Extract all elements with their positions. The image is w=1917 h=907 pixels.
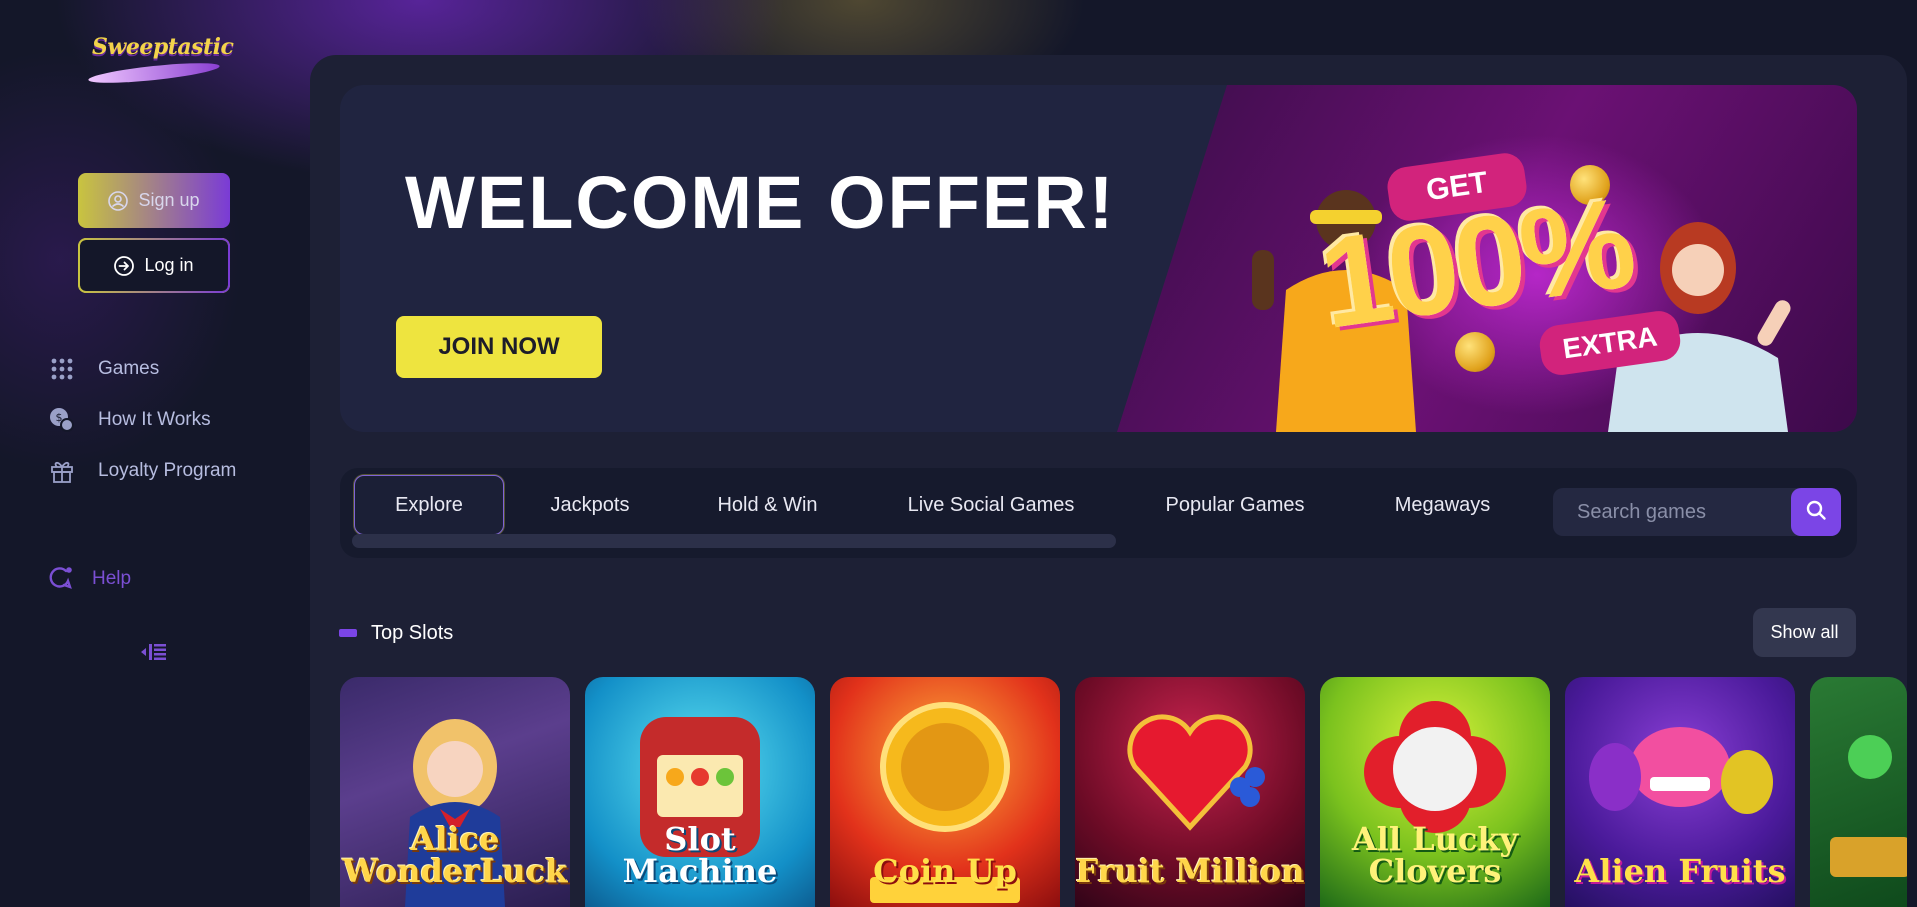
help-link[interactable]: Help	[46, 564, 131, 594]
grid-icon	[48, 355, 76, 383]
tab-popular-games[interactable]: Popular Games	[1140, 475, 1330, 535]
game-tile-partial[interactable]	[1810, 677, 1907, 907]
tab-explore[interactable]: Explore	[354, 475, 504, 535]
logo-text: Sweeptastic	[92, 34, 234, 60]
show-all-button[interactable]: Show all	[1753, 608, 1856, 657]
game-title: Alice WonderLuck	[342, 820, 568, 890]
game-title: Slot Machine	[622, 820, 778, 890]
search-button[interactable]	[1791, 488, 1841, 536]
gift-icon	[48, 457, 76, 485]
search-input[interactable]	[1553, 488, 1789, 536]
sidebar-item-label: How It Works	[98, 409, 211, 430]
coins-icon: $	[48, 406, 76, 434]
game-title: Coin Up	[873, 852, 1017, 890]
game-art	[1830, 735, 1907, 877]
game-tile[interactable]: Fruit Million	[1075, 677, 1305, 907]
search-icon	[1805, 499, 1827, 526]
game-tile[interactable]: All Lucky Clovers	[1320, 677, 1550, 907]
sidebar-item-how-it-works[interactable]: $ How It Works	[48, 405, 211, 435]
login-button[interactable]: Log in	[78, 238, 230, 293]
collapse-sidebar-button[interactable]	[140, 643, 168, 665]
user-icon	[108, 190, 129, 211]
game-tile[interactable]: Alice WonderLuck	[340, 677, 570, 907]
join-now-button[interactable]: JOIN NOW	[396, 316, 602, 378]
game-tile[interactable]: Coin Up	[830, 677, 1060, 907]
sidebar-item-label: Games	[98, 358, 160, 379]
signup-button[interactable]: Sign up	[78, 173, 230, 228]
tab-live-social-games[interactable]: Live Social Games	[880, 475, 1102, 535]
game-title: All Lucky Clovers	[1351, 820, 1519, 890]
sidebar-item-label: Loyalty Program	[98, 460, 237, 481]
signup-label: Sign up	[138, 190, 200, 210]
section-header: Top Slots	[339, 618, 453, 648]
slots-icon	[339, 629, 357, 637]
login-arrow-icon	[114, 255, 135, 276]
logo-swoosh	[87, 59, 221, 87]
brand-logo[interactable]: Sweeptastic	[87, 30, 234, 90]
game-tile[interactable]: Alien Fruits	[1565, 677, 1795, 907]
chat-help-icon	[46, 565, 74, 593]
tab-jackpots[interactable]: Jackpots	[530, 475, 650, 535]
game-title: Alien Fruits	[1574, 852, 1786, 890]
search-box	[1553, 488, 1841, 536]
sidebar: Sweeptastic Sign up Log in Games $ How I…	[0, 0, 310, 907]
section-title: Top Slots	[371, 621, 454, 644]
tabs-scrollbar[interactable]	[352, 534, 1116, 548]
banner-title: WELCOME OFFER!	[405, 161, 1116, 244]
tab-megaways[interactable]: Megaways	[1370, 475, 1515, 535]
help-label: Help	[92, 568, 132, 589]
sidebar-item-games[interactable]: Games	[48, 354, 159, 384]
game-title: Fruit Million	[1075, 852, 1305, 890]
tab-hold-and-win[interactable]: Hold & Win	[695, 475, 840, 535]
game-tile[interactable]: Slot Machine	[585, 677, 815, 907]
login-label: Log in	[144, 255, 194, 275]
sidebar-item-loyalty-program[interactable]: Loyalty Program	[48, 456, 236, 486]
collapse-sidebar-icon	[141, 643, 167, 666]
